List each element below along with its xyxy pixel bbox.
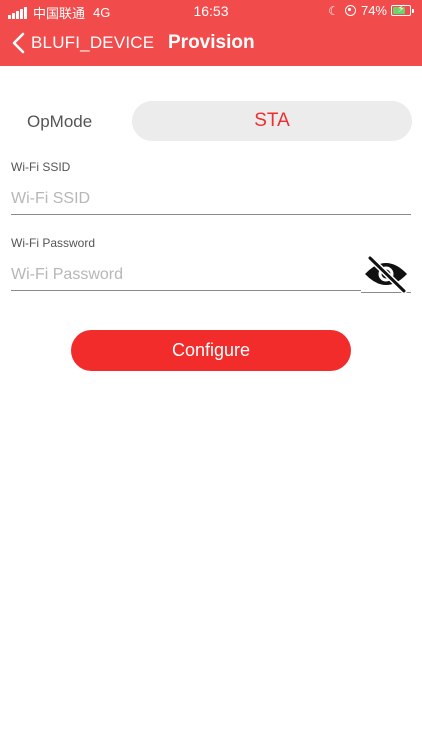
- nav-bar: BLUFI_DEVICE Provision: [0, 22, 422, 66]
- password-visibility-toggle[interactable]: [362, 254, 410, 294]
- ssid-input[interactable]: [11, 183, 411, 215]
- page-title: Provision: [168, 32, 255, 53]
- chevron-left-icon: [12, 32, 25, 54]
- ssid-label: Wi-Fi SSID: [11, 160, 71, 174]
- status-right: ☾ 74% ⚡: [328, 3, 414, 18]
- moon-icon: ☾: [328, 3, 339, 18]
- battery-icon: ⚡: [391, 4, 414, 16]
- orientation-lock-icon: [344, 5, 356, 16]
- opmode-row: OpMode STA: [0, 101, 422, 141]
- password-input[interactable]: [11, 259, 361, 291]
- back-label: BLUFI_DEVICE: [31, 33, 155, 52]
- header: 中国联通 4G 16:53 ☾ 74% ⚡ BLUFI_DEVICE Provi…: [0, 0, 422, 66]
- password-label: Wi-Fi Password: [11, 236, 96, 250]
- opmode-select[interactable]: STA: [132, 101, 412, 141]
- back-button[interactable]: BLUFI_DEVICE: [10, 31, 154, 55]
- status-bar: 中国联通 4G 16:53 ☾ 74% ⚡: [0, 0, 422, 22]
- battery-percent: 74%: [360, 3, 387, 18]
- configure-button[interactable]: Configure: [71, 330, 351, 371]
- eye-off-icon: [365, 255, 407, 294]
- opmode-label: OpMode: [27, 112, 93, 131]
- provision-screen: 中国联通 4G 16:53 ☾ 74% ⚡ BLUFI_DEVICE Provi…: [0, 0, 422, 750]
